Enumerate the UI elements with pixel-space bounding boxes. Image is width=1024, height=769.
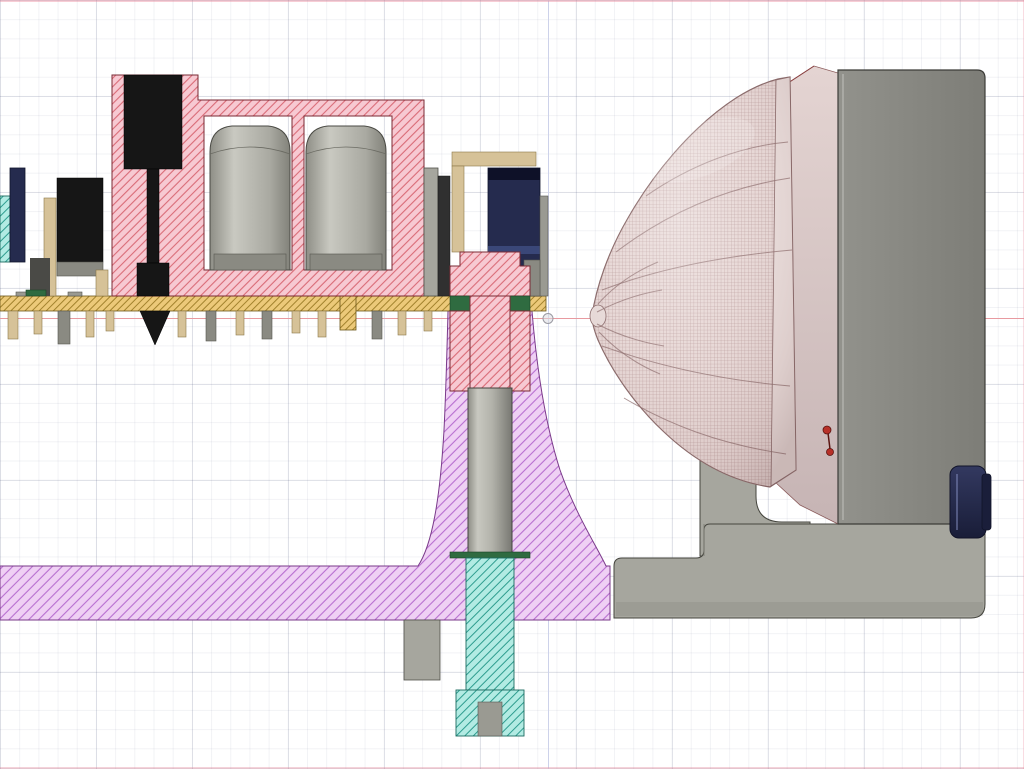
lead [205,310,217,342]
knob-body [949,465,987,539]
red-pin-top [822,425,832,435]
section-assembly: stand-and-base-section standoff-block pr… [0,74,611,737]
board-tab-section [339,295,357,331]
capacitor-right[interactable]: capacitor-body [305,125,387,271]
gasket-right [509,295,531,312]
lead [235,310,245,336]
tube-wall-left [449,310,471,392]
board-components-left[interactable]: board-components-left [0,167,109,297]
pin-spike [139,310,171,346]
cad-viewport: origin-grid-line section-axis-line stand… [0,0,1024,769]
bolt-core [477,701,503,737]
lead [85,310,95,338]
driver-housing[interactable]: driver-housing [837,69,986,525]
dark-slab [437,175,451,297]
navy-component [9,167,26,263]
header-pin [451,165,465,253]
knob-cap [981,473,992,531]
slot-base [136,262,170,297]
center-bushing[interactable]: center-bushing-section [449,251,531,392]
clamp-bolt[interactable]: clamp-bolt-section [455,557,525,737]
lead [57,310,71,345]
capacitor-top-band [488,168,540,180]
rear-knob[interactable]: rear-connector-knob [949,465,992,539]
lead [33,310,43,335]
lead [397,310,407,336]
standoff-block[interactable]: standoff-block [403,619,441,681]
seal-band [449,551,531,559]
slot-stem [146,168,160,264]
gray-edge-part [539,195,549,297]
lead [177,310,187,338]
viewport-canvas[interactable]: origin-grid-line section-axis-line stand… [0,0,1024,769]
tube-wall-right [509,310,531,392]
bushing-top [449,251,531,297]
tan-bar [451,151,537,167]
gray-slab [423,167,439,297]
red-pin-bottom [826,448,834,456]
lead [371,310,383,340]
header-pin [95,269,109,297]
base-shadow-band [616,602,983,616]
capacitor-base [213,253,287,271]
mesh-horn[interactable]: mesh-horn-body [589,76,797,488]
lead [7,310,19,340]
lead [423,310,433,332]
seal-ring[interactable]: seal-ring [449,551,531,559]
bolt-shank [465,557,515,691]
front-face [837,69,986,525]
enclosure-slot [123,74,183,170]
board-clip [25,289,47,297]
bushing-core [469,295,511,389]
sectioned-sleeve [0,195,11,263]
lead [291,310,301,334]
lead [105,310,115,332]
lead [317,310,327,338]
render-assembly: mounting-bracket housing-side-face drive… [589,65,992,619]
gasket-left [449,295,471,312]
capacitor-left[interactable]: capacitor-body [209,125,291,271]
origin-marker: origin-marker [542,313,554,324]
center-shaft[interactable]: center-shaft [467,387,513,557]
capacitor-body [305,125,387,271]
standoff-body [403,619,441,681]
capacitor-base [309,253,383,271]
shaft-body [467,387,513,557]
black-component [56,177,104,263]
lead [261,310,273,340]
capacitor-body [209,125,291,271]
